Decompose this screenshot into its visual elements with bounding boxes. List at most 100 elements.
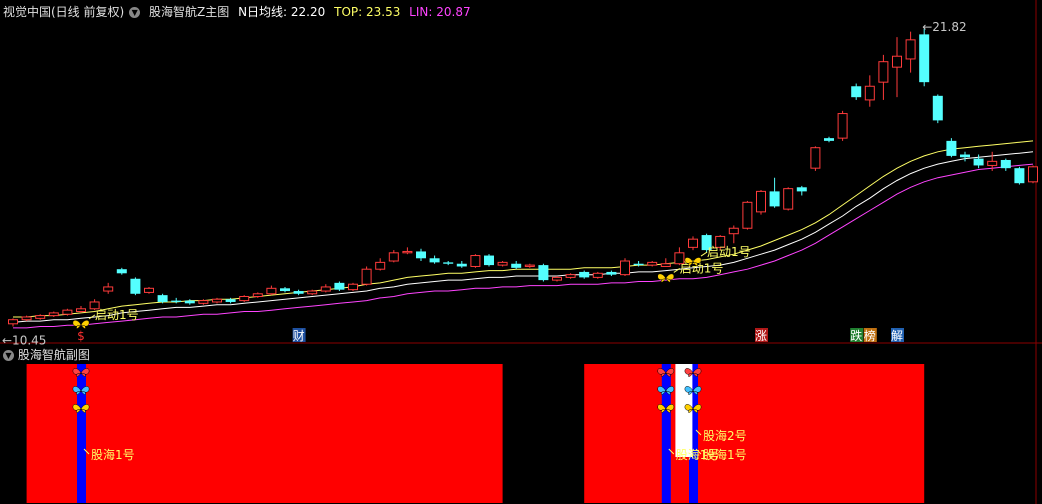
- candle-body: [21, 316, 32, 321]
- candle-body: [252, 293, 263, 298]
- candle-body: [388, 252, 399, 262]
- candle-body: [579, 271, 590, 278]
- candle-body: [960, 154, 970, 158]
- candle-body: [307, 290, 318, 295]
- candle-body: [280, 288, 290, 292]
- candle: [76, 306, 86, 313]
- candle-body: [647, 261, 658, 266]
- candle: [919, 28, 930, 87]
- sub-signal-label: 股海1号: [703, 447, 747, 462]
- candle: [837, 110, 848, 141]
- candle: [565, 273, 576, 279]
- candle: [348, 282, 358, 292]
- candle-body: [919, 34, 930, 83]
- candle-body: [320, 286, 331, 292]
- candle: [878, 54, 889, 100]
- candle: [388, 250, 399, 263]
- candle-body: [728, 227, 739, 235]
- candle: [239, 295, 250, 302]
- candle-body: [375, 261, 386, 270]
- candle: [1028, 165, 1038, 184]
- candle-body: [429, 258, 440, 263]
- signal-label: 启动1号: [95, 308, 139, 322]
- candle: [456, 261, 467, 268]
- candle: [796, 185, 807, 196]
- candle: [320, 284, 331, 293]
- candle: [157, 293, 168, 304]
- candle-body: [348, 283, 358, 291]
- candle: [375, 258, 386, 271]
- candle-body: [470, 255, 481, 267]
- candle: [552, 276, 562, 282]
- candle: [497, 261, 508, 267]
- signal-label: 启动1号: [680, 261, 724, 275]
- sub-signal-label: 股海1号: [91, 447, 135, 462]
- candle-body: [497, 261, 508, 266]
- candle: [524, 263, 535, 268]
- candlestick-chart[interactable]: 启动1号启动1号启动1号←21.82←10.45 $ 财涨跌榜解: [0, 0, 1042, 345]
- candle-body: [225, 299, 236, 302]
- candle-body: [402, 250, 413, 254]
- signal-zone: [26, 364, 503, 503]
- candle-body: [1014, 168, 1025, 184]
- candle-body: [851, 86, 862, 98]
- candle: [892, 37, 902, 98]
- candle: [864, 75, 875, 107]
- candle-body: [905, 39, 916, 60]
- candle: [62, 308, 73, 316]
- candle-body: [130, 278, 141, 294]
- candle: [402, 247, 413, 255]
- candle: [742, 200, 753, 230]
- candle-body: [8, 319, 18, 325]
- candle: [35, 314, 46, 320]
- candle-body: [171, 300, 182, 302]
- candle: [103, 282, 114, 294]
- candle: [810, 146, 821, 171]
- series-line-LIN: [13, 163, 1034, 329]
- candle-body: [783, 188, 794, 210]
- candle: [620, 258, 630, 277]
- candle-body: [606, 271, 617, 275]
- candle-body: [987, 160, 998, 166]
- low-price-label: ←10.45: [2, 334, 46, 345]
- candle-body: [864, 85, 875, 101]
- candle: [606, 270, 617, 277]
- candle-body: [116, 269, 127, 274]
- event-marker: 跌: [850, 328, 862, 343]
- candle: [484, 254, 494, 267]
- candle: [769, 177, 780, 208]
- event-marker: 财: [293, 329, 305, 343]
- candle-body: [443, 262, 454, 264]
- candle-body: [293, 291, 304, 294]
- candle-body: [48, 312, 59, 317]
- candle: [756, 190, 766, 215]
- candle-body: [103, 286, 114, 292]
- candle: [443, 261, 454, 266]
- candle-body: [212, 298, 222, 303]
- candle: [334, 281, 345, 292]
- candle: [429, 255, 440, 264]
- candle-body: [1000, 159, 1011, 169]
- candle-body: [35, 315, 46, 319]
- event-marker: $: [77, 329, 85, 343]
- candle: [1000, 158, 1011, 171]
- candle: [592, 271, 603, 279]
- sub-indicator-chart[interactable]: 股海1号 股海1号股海1号股海2号: [0, 345, 1042, 504]
- candle: [946, 138, 957, 158]
- candle-body: [334, 282, 345, 290]
- candle: [728, 225, 739, 244]
- candle: [851, 83, 862, 100]
- candle: [416, 248, 426, 262]
- candle-body: [524, 264, 535, 267]
- candle-body: [688, 238, 698, 248]
- event-marker: 解: [891, 329, 903, 343]
- candle: [905, 31, 916, 73]
- candle: [8, 318, 18, 327]
- candle: [1014, 166, 1025, 185]
- candle-body: [756, 190, 766, 213]
- signal-bar-blue: [661, 364, 671, 503]
- candle-body: [1028, 166, 1038, 183]
- candle-body: [620, 260, 630, 276]
- candle-body: [511, 263, 522, 268]
- candle-body: [796, 187, 807, 192]
